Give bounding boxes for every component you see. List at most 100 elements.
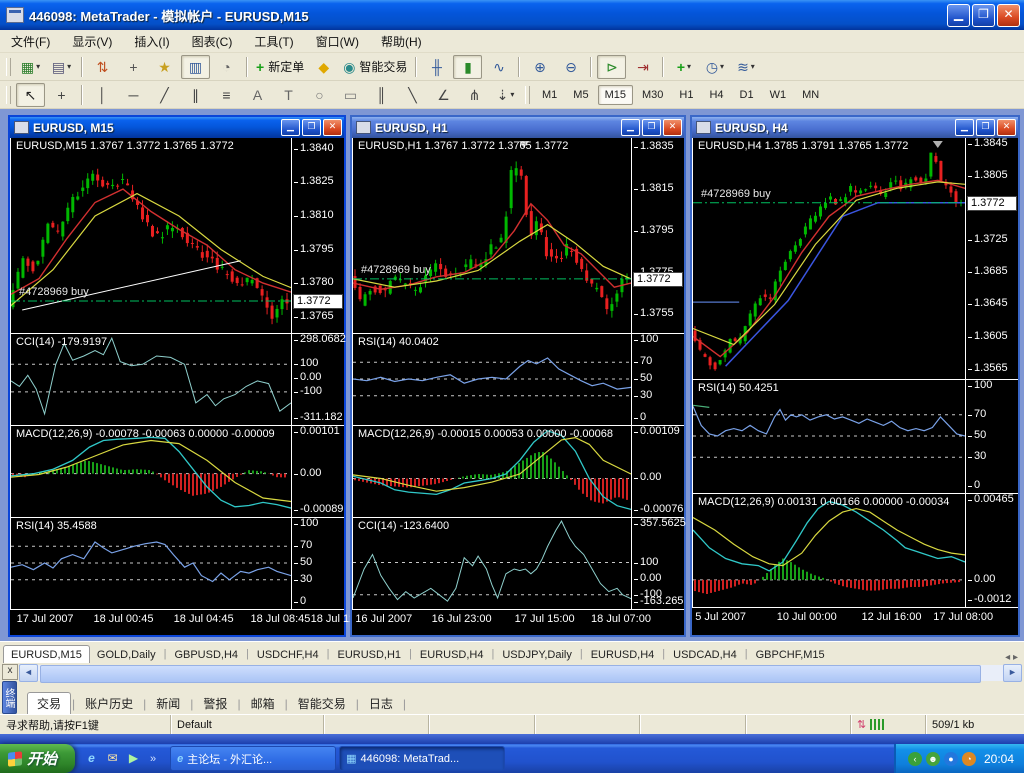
chart-maximize-button[interactable]: ❐ <box>302 119 321 136</box>
navigator-button[interactable]: ★ <box>150 55 179 79</box>
quick-launch-overflow[interactable]: » <box>146 753 160 765</box>
andrews-pitchfork-button[interactable]: ⋔ <box>460 83 489 107</box>
chart-minimize-button[interactable]: ▁ <box>621 119 640 136</box>
terminal-tab-5[interactable]: 智能交易 <box>289 693 355 714</box>
menu-item-4[interactable]: 工具(T) <box>243 31 304 52</box>
indicator-pane[interactable]: RSI(14) 40.04021007050300 <box>352 334 684 426</box>
rectangle-button[interactable]: ▭ <box>336 83 365 107</box>
scroll-right-icon[interactable]: ► <box>1003 664 1022 682</box>
indicator-pane[interactable]: CCI(14) -179.9197298.06821000.00-100-311… <box>10 334 344 426</box>
candle-mode-button[interactable]: ▮ <box>453 55 482 79</box>
symbol-tab-8[interactable]: USDCAD,H4 <box>666 646 744 663</box>
indicator-pane[interactable]: RSI(14) 35.45881007050300 <box>10 518 344 610</box>
period-w1-button[interactable]: W1 <box>763 85 794 105</box>
gann-line-button[interactable]: ∠ <box>429 83 458 107</box>
symbol-tab-7[interactable]: EURUSD,H4 <box>584 646 662 663</box>
cursor-button[interactable]: ↖ <box>16 83 45 107</box>
terminal-tab-1[interactable]: 账户历史 <box>76 693 142 714</box>
terminal-tab-3[interactable]: 警报 <box>194 693 236 714</box>
chart-close-button[interactable]: ✕ <box>663 119 682 136</box>
equidistant-channel-button[interactable]: ∥ <box>181 83 210 107</box>
minimize-button[interactable]: ▁ <box>947 4 970 27</box>
title-bar[interactable]: 446098: MetaTrader - 模拟帐户 - EURUSD,M15 ▁… <box>0 0 1024 30</box>
horizontal-line-button[interactable]: ─ <box>119 83 148 107</box>
symbol-tab-6[interactable]: USDJPY,Daily <box>495 646 579 663</box>
menu-item-2[interactable]: 插入(I) <box>123 31 180 52</box>
maximize-button[interactable]: ❐ <box>972 4 995 27</box>
chart-title-bar[interactable]: EURUSD, H4 ▁ ❐ ✕ <box>692 117 1018 138</box>
media-player-icon[interactable]: ▶ <box>125 750 142 767</box>
menu-item-1[interactable]: 显示(V) <box>61 31 123 52</box>
templates-button[interactable]: ≋▾ <box>731 55 760 79</box>
data-window-button[interactable]: + <box>119 55 148 79</box>
crosshair-button[interactable]: + <box>47 83 76 107</box>
menu-item-0[interactable]: 文件(F) <box>0 31 61 52</box>
chart-title-bar[interactable]: EURUSD, M15 ▁ ❐ ✕ <box>10 117 344 138</box>
clock-sync-icon[interactable]: ◔ <box>962 752 976 766</box>
auto-scroll-button[interactable]: ⊳ <box>597 55 626 79</box>
period-mn-button[interactable]: MN <box>795 85 826 105</box>
chart-maximize-button[interactable]: ❐ <box>976 119 995 136</box>
price-pane[interactable]: #4728969 buyEURUSD,H4 1.3785 1.3791 1.37… <box>692 138 1018 380</box>
task-button-0[interactable]: e主论坛 - 外汇论... <box>170 746 336 771</box>
chart-maximize-button[interactable]: ❐ <box>642 119 661 136</box>
symbol-tab-9[interactable]: GBPCHF,M15 <box>749 646 832 663</box>
toolbar-grip[interactable] <box>525 86 530 104</box>
symbol-tab-1[interactable]: GOLD,Daily <box>90 646 163 663</box>
toolbar-grip[interactable] <box>6 86 11 104</box>
terminal-toggle-button[interactable]: ▥ <box>181 55 210 79</box>
chart-body[interactable]: #4728969 buyEURUSD,H1 1.3767 1.3772 1.37… <box>352 138 684 635</box>
chart-shift-button[interactable]: ⇥ <box>628 55 657 79</box>
indicator-pane[interactable]: MACD(12,26,9) 0.00131 0.00166 0.00000 -0… <box>692 494 1018 608</box>
trendline-button[interactable]: ╱ <box>150 83 179 107</box>
menu-item-3[interactable]: 图表(C) <box>181 31 244 52</box>
chart-body[interactable]: #4728969 buyEURUSD,M15 1.3767 1.3772 1.3… <box>10 138 344 635</box>
close-button[interactable]: ✕ <box>997 4 1020 27</box>
indicator-pane[interactable]: MACD(12,26,9) -0.00078 -0.00063 0.00000 … <box>10 426 344 518</box>
user-status-icon[interactable]: ☻ <box>926 752 940 766</box>
tab-scroll-arrows[interactable]: ◂ ▸ <box>999 652 1024 663</box>
indicator-pane[interactable]: CCI(14) -123.6400357.56251000.00-100-163… <box>352 518 684 610</box>
symbol-tab-5[interactable]: EURUSD,H4 <box>413 646 491 663</box>
indicators-button[interactable]: +▾ <box>669 55 698 79</box>
fibo-timezones-button[interactable]: ║ <box>367 83 396 107</box>
chart-minimize-button[interactable]: ▁ <box>955 119 974 136</box>
symbol-tab-3[interactable]: USDCHF,H4 <box>250 646 326 663</box>
indicator-pane[interactable]: RSI(14) 50.42511007050300 <box>692 380 1018 494</box>
menu-item-5[interactable]: 窗口(W) <box>305 31 370 52</box>
terminal-side-label[interactable]: 终端 <box>2 681 17 714</box>
period-m1-button[interactable]: M1 <box>535 85 564 105</box>
strategy-tester-button[interactable]: ◔ <box>212 55 241 79</box>
hide-icons-icon[interactable]: ‹ <box>908 752 922 766</box>
expert-advisors-button[interactable]: ◉智能交易 <box>340 55 410 79</box>
scroll-left-icon[interactable]: ◄ <box>19 664 38 682</box>
menu-item-6[interactable]: 帮助(H) <box>370 31 433 52</box>
toolbar-grip[interactable] <box>6 58 11 76</box>
price-pane[interactable]: #4728969 buyEURUSD,M15 1.3767 1.3772 1.3… <box>10 138 344 334</box>
market-watch-button[interactable]: ⇅ <box>88 55 117 79</box>
text-button[interactable]: A <box>243 83 272 107</box>
new-chart-button[interactable]: ▦▾ <box>16 55 45 79</box>
symbol-tab-0[interactable]: EURUSD,M15 <box>3 645 90 663</box>
terminal-tab-6[interactable]: 日志 <box>360 693 402 714</box>
zoom-out-button[interactable]: ⊖ <box>556 55 585 79</box>
period-h1-button[interactable]: H1 <box>672 85 700 105</box>
symbol-tab-4[interactable]: EURUSD,H1 <box>330 646 408 663</box>
task-button-1[interactable]: ▦446098: MetaTrad... <box>339 746 505 771</box>
chart-title-bar[interactable]: EURUSD, H1 ▁ ❐ ✕ <box>352 117 684 138</box>
ellipse-button[interactable]: ○ <box>305 83 334 107</box>
period-m15-button[interactable]: M15 <box>598 85 633 105</box>
vertical-line-button[interactable]: │ <box>88 83 117 107</box>
period-d1-button[interactable]: D1 <box>733 85 761 105</box>
text-label-button[interactable]: T <box>274 83 303 107</box>
terminal-tab-4[interactable]: 邮箱 <box>242 693 284 714</box>
period-m5-button[interactable]: M5 <box>566 85 595 105</box>
indicator-pane[interactable]: MACD(12,26,9) -0.00015 0.00053 0.00000 -… <box>352 426 684 518</box>
network-status-icon[interactable]: ● <box>944 752 958 766</box>
mail-icon[interactable]: ✉ <box>104 750 121 767</box>
zoom-in-button[interactable]: ⊕ <box>525 55 554 79</box>
terminal-scrollbar[interactable]: ◄ ► <box>19 664 1022 681</box>
start-button[interactable]: 开始 <box>0 744 75 773</box>
chart-body[interactable]: #4728969 buyEURUSD,H4 1.3785 1.3791 1.37… <box>692 138 1018 635</box>
fibonacci-retracement-button[interactable]: ≡ <box>212 83 241 107</box>
